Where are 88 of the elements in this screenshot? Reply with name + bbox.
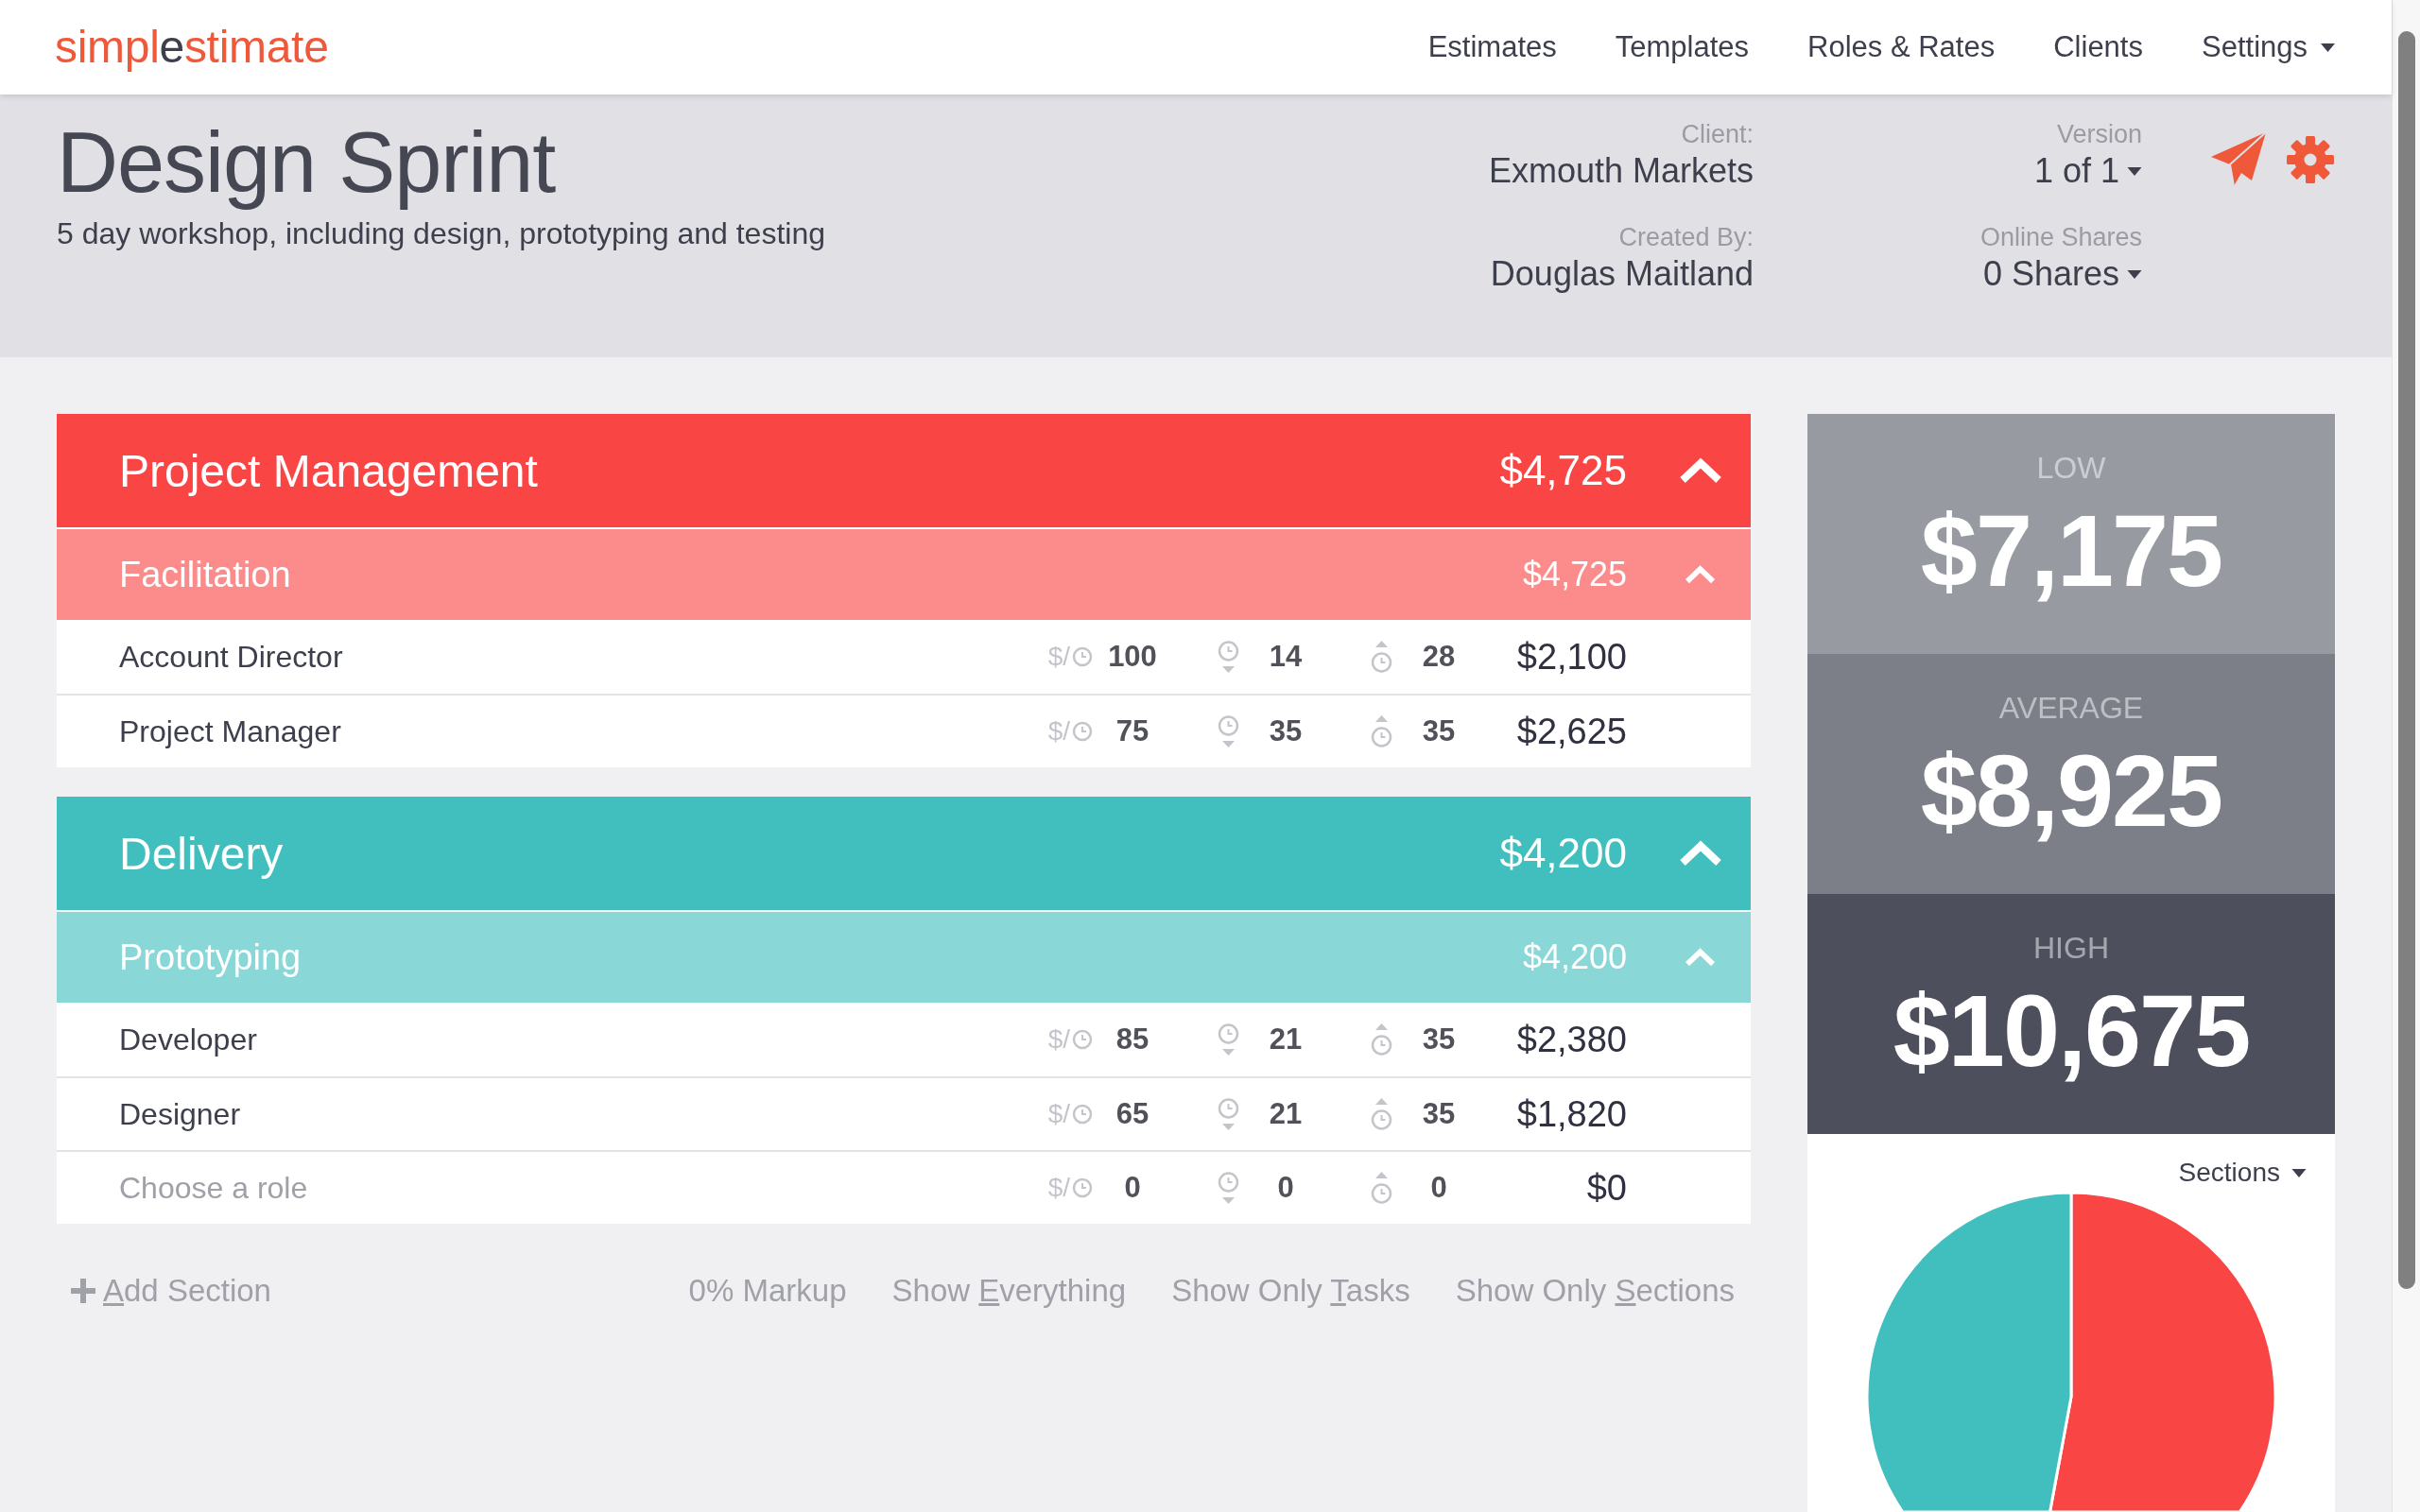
meta-label: Created By: [1618, 222, 1754, 253]
chevron-up-icon[interactable] [1679, 457, 1722, 484]
clock-up-icon [1371, 1098, 1392, 1130]
low-hours[interactable]: 21 [1269, 1022, 1303, 1057]
meta-label: Online Shares [1979, 222, 2142, 253]
clock-up-icon [1371, 1023, 1392, 1056]
rate-symbol: $/ [1047, 1173, 1070, 1203]
rate-symbol: $/ [1047, 1099, 1070, 1129]
section-header[interactable]: Project Management $4,725 [57, 414, 1751, 527]
high-hours[interactable]: 35 [1422, 1022, 1456, 1057]
high-hours[interactable]: 0 [1430, 1171, 1447, 1205]
rate-symbol: $/ [1047, 642, 1070, 672]
clock-up-icon [1371, 715, 1392, 747]
caret-icon [2127, 166, 2142, 176]
role-field[interactable]: Choose a role [119, 1170, 337, 1206]
estimate-value: $10,675 [1893, 974, 2250, 1088]
estimate-label: AVERAGE [1998, 690, 2144, 727]
estimate-value: $7,175 [1920, 494, 2222, 608]
meta-label: Client: [1681, 119, 1754, 150]
section-title: Delivery [119, 827, 285, 880]
scrollbar-thumb[interactable] [2397, 31, 2415, 1289]
caret-icon [2321, 43, 2335, 52]
caret-icon [2127, 269, 2142, 279]
role-name: Designer [119, 1096, 241, 1132]
task-total: $4,200 [1522, 937, 1627, 977]
clock-icon [1072, 646, 1093, 667]
nav-dropdown[interactable]: Settings [2202, 30, 2335, 64]
estimate-description: 5 day workshop, including design, prototyping and testing [57, 215, 826, 252]
low-hours[interactable]: 0 [1277, 1171, 1294, 1205]
high-hours[interactable]: 35 [1422, 714, 1456, 748]
clock-up-icon [1371, 641, 1392, 673]
rate-symbol: $/ [1047, 716, 1070, 747]
row-total: $1,820 [1516, 1093, 1627, 1135]
clock-icon [1072, 1104, 1093, 1125]
meta-dropdown[interactable]: 1 of 1 [2033, 150, 2142, 192]
estimate-label: HIGH [2033, 930, 2109, 967]
caret-icon [2291, 1168, 2307, 1177]
low-hours[interactable]: 35 [1269, 714, 1303, 748]
meta-value: Douglas Maitland [1490, 253, 1754, 295]
clock-icon [1072, 1029, 1093, 1050]
settings-icon[interactable] [2286, 134, 2335, 184]
clock-down-icon [1218, 1172, 1239, 1204]
chart-dropdown[interactable]: Sections [2178, 1155, 2307, 1191]
row-total: $2,625 [1516, 711, 1627, 752]
role-name: Project Manager [119, 713, 341, 749]
row-total: $2,100 [1516, 636, 1627, 678]
clock-down-icon [1218, 1098, 1239, 1130]
meta-dropdown[interactable]: 0 Shares [1982, 253, 2142, 295]
clock-up-icon [1371, 1172, 1392, 1204]
rate-value[interactable]: 75 [1115, 714, 1150, 748]
section-title: Project Management [119, 444, 539, 497]
clock-down-icon [1218, 1023, 1239, 1056]
nav-link[interactable]: Estimates [1427, 30, 1557, 64]
chevron-up-icon[interactable] [1685, 565, 1716, 584]
nav-link[interactable]: Templates [1615, 30, 1750, 64]
chevron-up-icon[interactable] [1685, 948, 1716, 967]
task-total: $4,725 [1522, 555, 1627, 594]
nav-link[interactable]: Roles & Rates [1807, 30, 1996, 64]
rate-value[interactable]: 0 [1124, 1171, 1141, 1205]
nav-link[interactable]: Clients [2053, 30, 2143, 64]
chevron-up-icon[interactable] [1679, 840, 1722, 867]
task-title: Facilitation [119, 554, 292, 595]
task-title: Prototyping [119, 936, 302, 978]
role-name: Account Director [119, 639, 343, 675]
estimate-title: Design Sprint [57, 115, 557, 210]
high-hours[interactable]: 28 [1422, 640, 1456, 674]
row-total: $0 [1586, 1167, 1627, 1209]
low-hours[interactable]: 14 [1269, 640, 1303, 674]
role-name: Developer [119, 1022, 257, 1057]
rate-value[interactable]: 85 [1115, 1022, 1150, 1057]
rate-value[interactable]: 100 [1108, 640, 1157, 674]
row-total: $2,380 [1516, 1019, 1627, 1060]
meta-label: Version [2056, 119, 2142, 150]
high-hours[interactable]: 35 [1422, 1097, 1456, 1131]
logo[interactable]: simplestimate [55, 19, 329, 76]
clock-icon [1072, 721, 1093, 742]
clock-down-icon [1218, 641, 1239, 673]
rate-symbol: $/ [1047, 1024, 1070, 1055]
rate-value[interactable]: 65 [1115, 1097, 1150, 1131]
estimate-value: $8,925 [1920, 734, 2222, 848]
meta-value: Exmouth Markets [1488, 150, 1754, 192]
paper-plane-icon[interactable] [2210, 131, 2267, 187]
low-hours[interactable]: 21 [1269, 1097, 1303, 1131]
plus-icon [71, 1279, 95, 1303]
clock-down-icon [1218, 715, 1239, 747]
clock-icon [1072, 1177, 1093, 1198]
section-total: $4,200 [1499, 830, 1627, 877]
section-total: $4,725 [1499, 447, 1627, 494]
